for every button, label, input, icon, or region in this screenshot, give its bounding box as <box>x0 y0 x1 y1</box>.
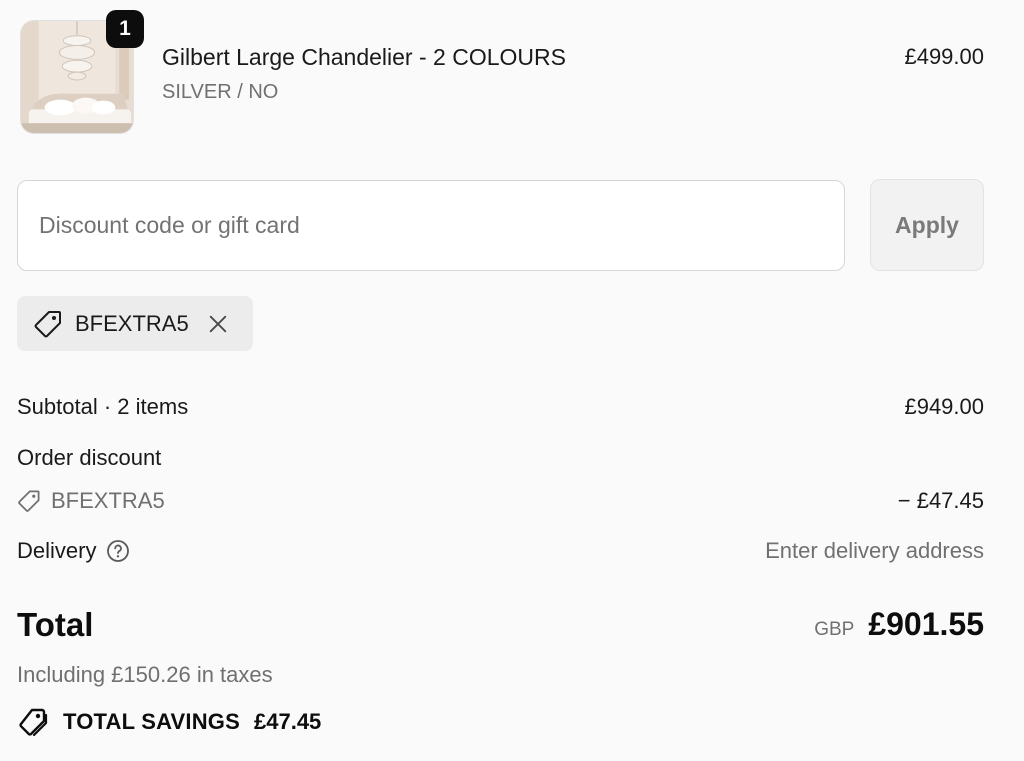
total-amount: £901.55 <box>868 606 984 642</box>
tag-icon <box>34 310 61 337</box>
discount-code-input[interactable] <box>17 180 845 271</box>
discount-code-row: BFEXTRA5 <box>17 488 165 514</box>
order-discount-label: Order discount <box>17 445 162 470</box>
help-icon[interactable] <box>106 539 130 563</box>
product-price: £499.00 <box>904 44 984 69</box>
line-item: 1 Gilbert Large Chandelier - 2 COLOURS S… <box>18 10 984 136</box>
tags-icon <box>19 708 48 737</box>
subtotal-label: Subtotal · 2 items <box>17 394 189 419</box>
total-value-group: GBP £901.55 <box>814 606 984 643</box>
delivery-row: Delivery <box>17 538 130 564</box>
total-savings-amount: £47.45 <box>254 709 322 734</box>
quantity-badge: 1 <box>106 10 144 48</box>
apply-button[interactable]: Apply <box>870 179 984 271</box>
remove-discount-button[interactable] <box>205 311 231 337</box>
close-icon <box>209 315 226 332</box>
total-label: Total <box>17 606 94 643</box>
applied-code-label: BFEXTRA5 <box>75 310 189 336</box>
order-summary: 1 Gilbert Large Chandelier - 2 COLOURS S… <box>0 0 1024 761</box>
subtotal-value: £949.00 <box>904 394 984 419</box>
delivery-label: Delivery <box>17 538 97 563</box>
discount-code-label: BFEXTRA5 <box>51 488 165 513</box>
total-savings-row: TOTAL SAVINGS £47.45 <box>17 706 321 738</box>
discount-value: − £47.45 <box>897 488 984 513</box>
delivery-value: Enter delivery address <box>765 538 984 563</box>
total-savings-label: TOTAL SAVINGS <box>63 709 240 734</box>
product-name: Gilbert Large Chandelier - 2 COLOURS <box>162 44 566 70</box>
applied-discount-chip: BFEXTRA5 <box>17 296 253 351</box>
tag-icon <box>18 490 40 512</box>
product-variant: SILVER / NO <box>162 81 279 103</box>
total-currency: GBP <box>814 619 855 640</box>
taxes-note: Including £150.26 in taxes <box>17 662 273 687</box>
